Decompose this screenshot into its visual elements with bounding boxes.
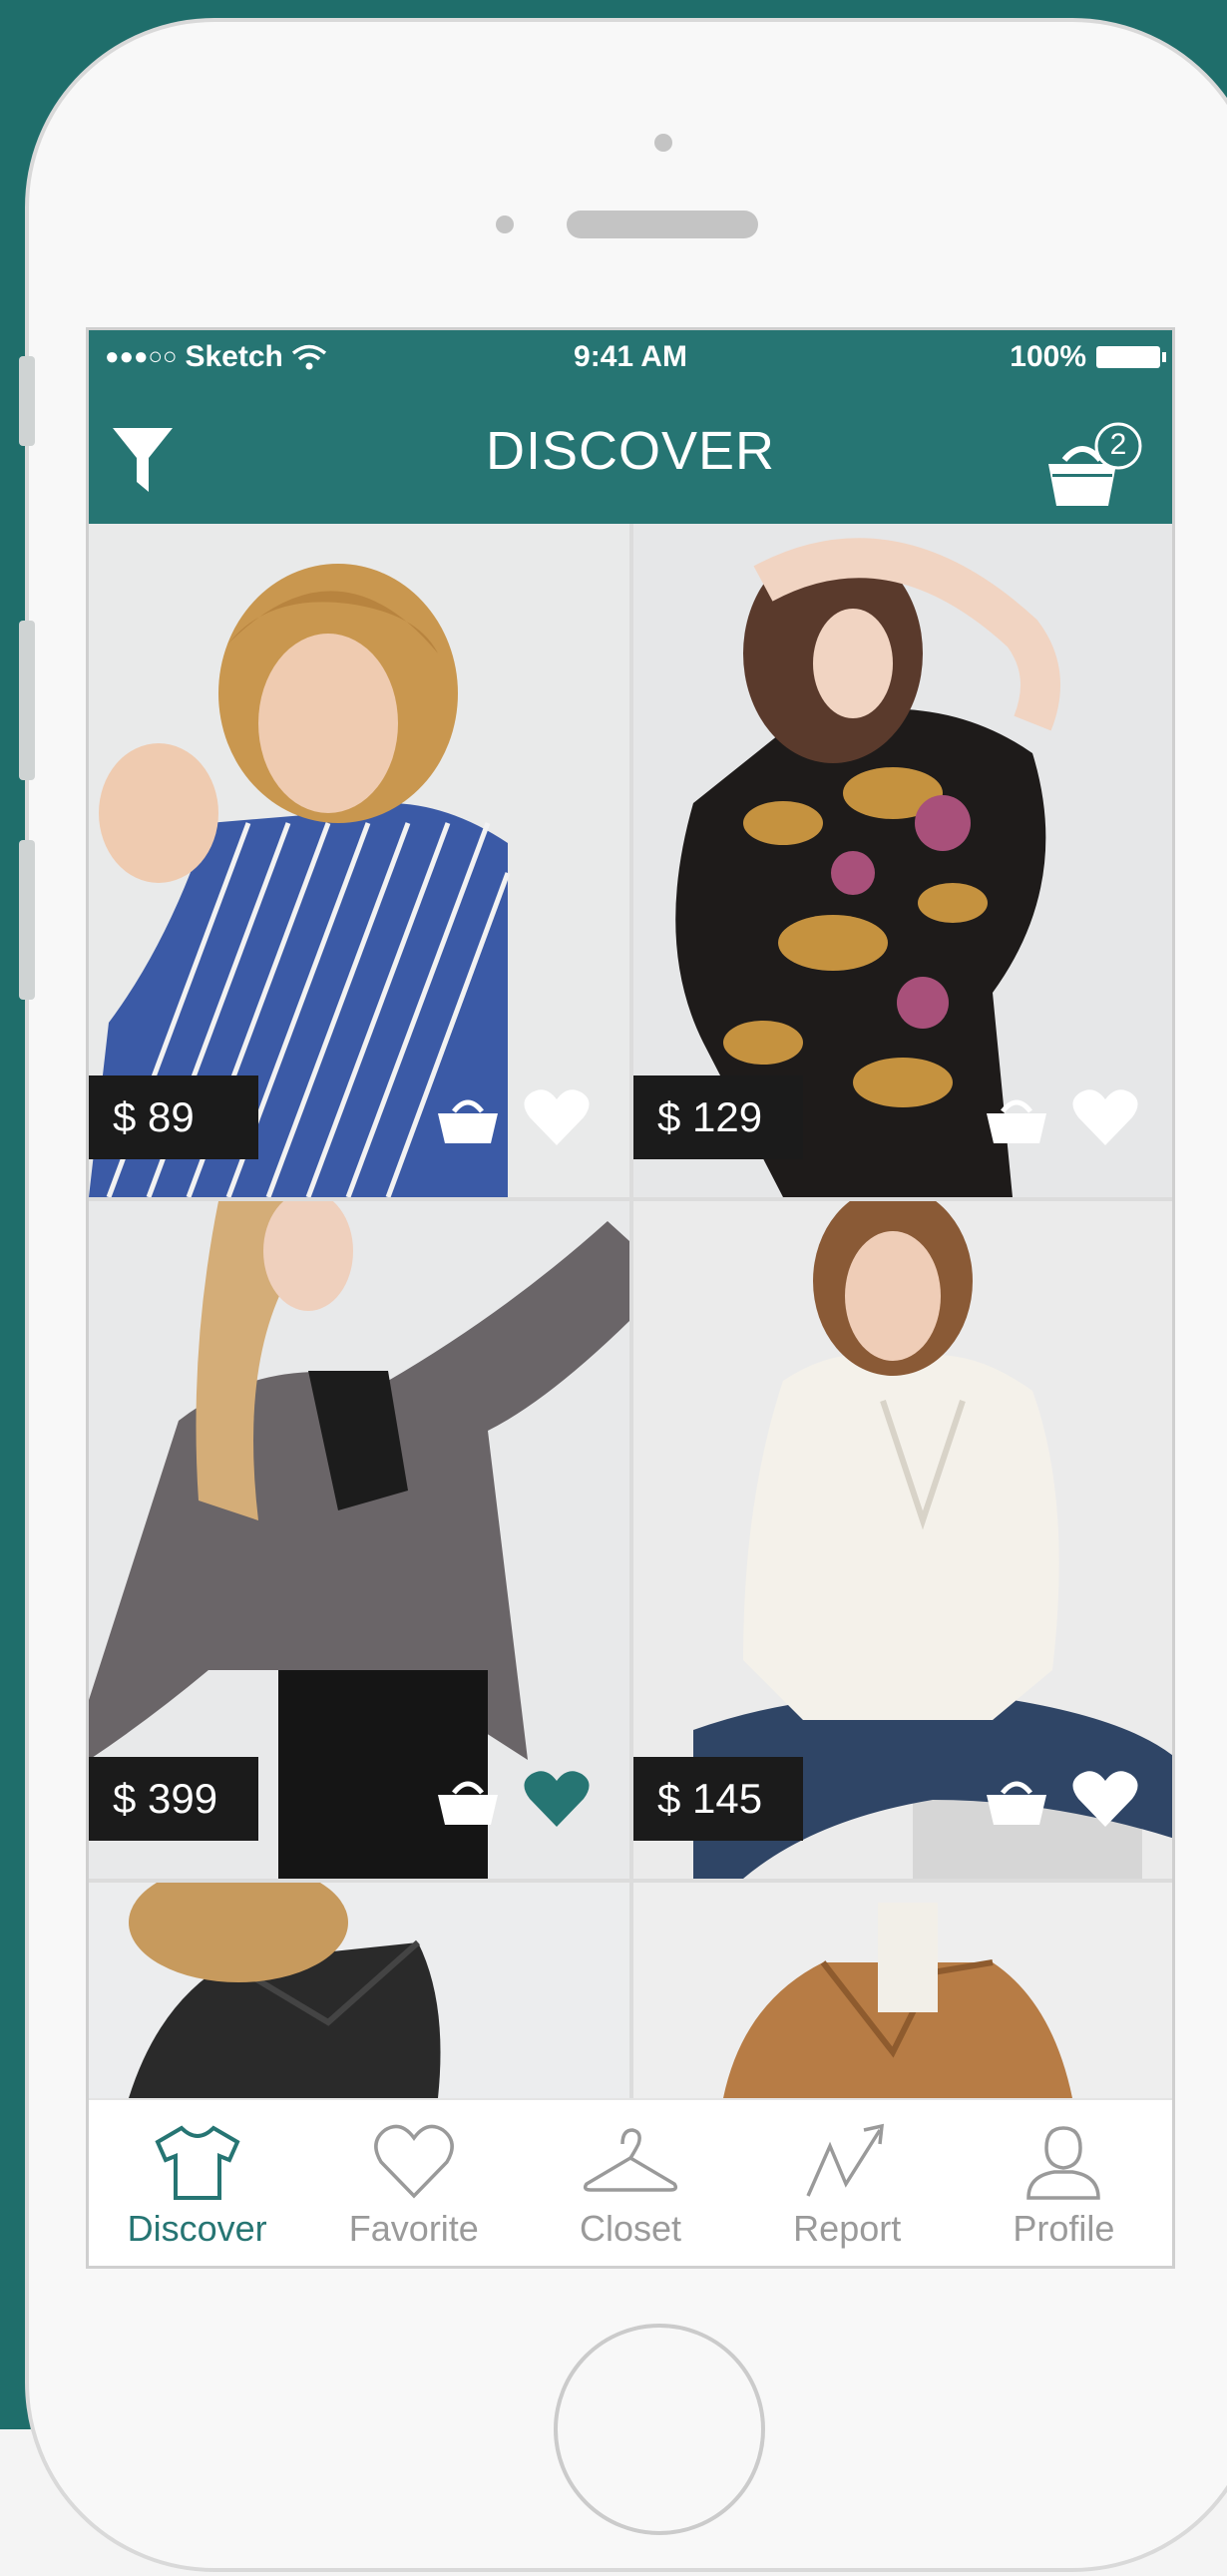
- price-tag: $ 145: [633, 1757, 803, 1841]
- app-screen: ●●●○○ Sketch 9:41 AM 100% DISCOVER 2 $ 8…: [86, 327, 1175, 2269]
- product-card[interactable]: [633, 1883, 1172, 2098]
- add-to-bag-icon[interactable]: [436, 1089, 500, 1145]
- tab-label: Profile: [1013, 2208, 1115, 2249]
- cart-button[interactable]: 2: [1042, 422, 1142, 517]
- cart-count-badge: 2: [1109, 428, 1127, 461]
- volume-down-button: [19, 840, 35, 1000]
- product-grid: $ 89 $ 129 $ 399 $ 145: [89, 524, 1172, 2098]
- trend-icon: [806, 2123, 885, 2197]
- battery-percentage: 100%: [1010, 340, 1086, 373]
- product-card[interactable]: $ 129: [633, 524, 1172, 1197]
- battery-icon: [1096, 346, 1166, 368]
- user-icon: [1026, 2126, 1101, 2200]
- status-bar: ●●●○○ Sketch 9:41 AM 100%: [89, 330, 1172, 386]
- tab-bar: Discover Favorite Closet Report Profile: [89, 2098, 1172, 2266]
- tab-label: Favorite: [348, 2208, 479, 2249]
- product-card[interactable]: $ 89: [89, 524, 629, 1197]
- add-to-bag-icon[interactable]: [436, 1771, 500, 1827]
- add-to-bag-icon[interactable]: [985, 1089, 1048, 1145]
- product-photo: [89, 1883, 629, 2098]
- tab-closet[interactable]: Closet: [522, 2100, 738, 2266]
- add-to-bag-icon[interactable]: [985, 1771, 1048, 1827]
- tab-label: Report: [793, 2208, 902, 2249]
- tab-label: Discover: [127, 2208, 267, 2249]
- product-card[interactable]: $ 399: [89, 1201, 629, 1879]
- front-camera: [654, 134, 672, 152]
- product-photo: [633, 1883, 1172, 2098]
- volume-up-button: [19, 621, 35, 780]
- tab-report[interactable]: Report: [739, 2100, 956, 2266]
- earpiece-speaker: [567, 211, 758, 238]
- favorite-heart-icon[interactable]: [524, 1087, 590, 1147]
- hanger-icon: [583, 2128, 678, 2192]
- product-card[interactable]: [89, 1883, 629, 2098]
- product-card[interactable]: $ 145: [633, 1201, 1172, 1879]
- navigation-bar: DISCOVER 2: [89, 386, 1172, 524]
- tab-favorite[interactable]: Favorite: [305, 2100, 522, 2266]
- tab-discover[interactable]: Discover: [89, 2100, 305, 2266]
- tab-profile[interactable]: Profile: [956, 2100, 1172, 2266]
- page-title: DISCOVER: [485, 421, 776, 481]
- favorite-heart-icon-active[interactable]: [524, 1769, 590, 1829]
- heart-icon: [373, 2124, 454, 2199]
- home-button[interactable]: [554, 2324, 765, 2535]
- proximity-sensor: [496, 215, 514, 233]
- price-tag: $ 399: [89, 1757, 258, 1841]
- favorite-heart-icon[interactable]: [1072, 1087, 1138, 1147]
- price-tag: $ 129: [633, 1075, 803, 1159]
- mute-switch: [19, 356, 35, 446]
- tab-label: Closet: [579, 2208, 682, 2249]
- shirt-icon: [155, 2125, 240, 2200]
- favorite-heart-icon[interactable]: [1072, 1769, 1138, 1829]
- price-tag: $ 89: [89, 1075, 258, 1159]
